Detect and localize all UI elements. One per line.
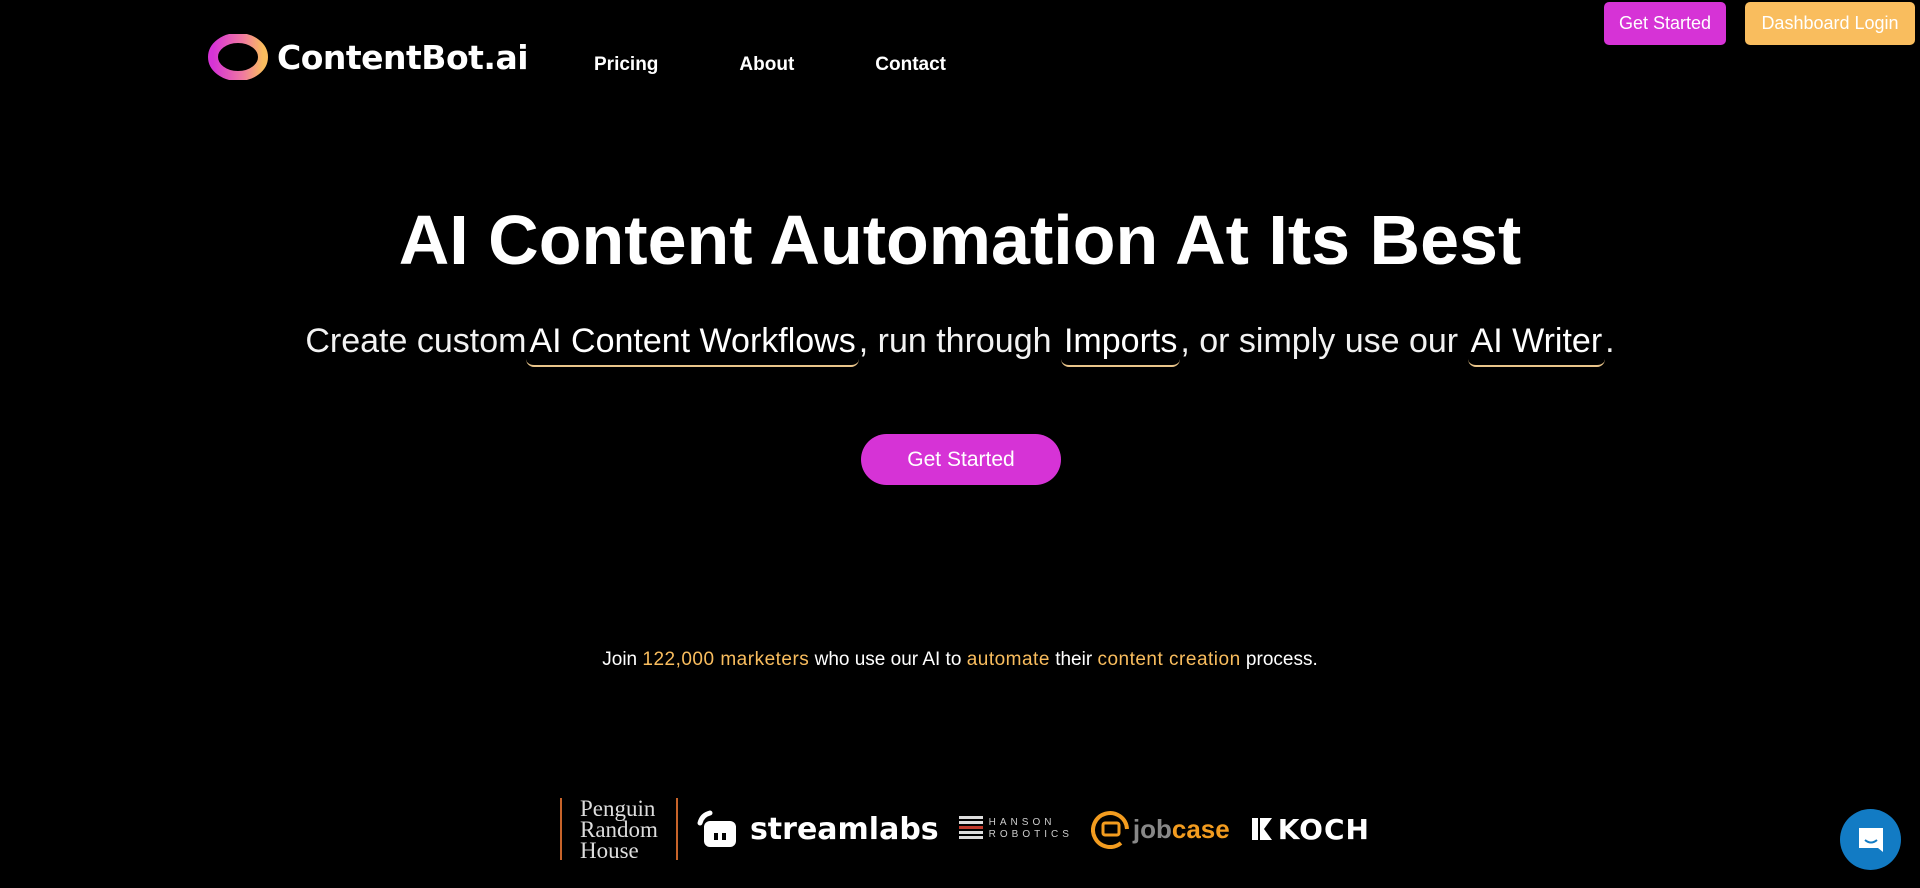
ai-content-workflows-link[interactable]: AI Content Workflows — [526, 322, 859, 367]
logo-text: KOCH — [1277, 812, 1370, 846]
imports-link[interactable]: Imports — [1060, 322, 1181, 367]
accent-content-creation: content creation — [1097, 649, 1241, 670]
hero-subtitle: Create customAI Content Workflows, run t… — [0, 322, 1920, 367]
logo-text: House — [580, 837, 639, 863]
subtitle-text: , run through — [858, 322, 1061, 360]
hero-get-started-button[interactable]: Get Started — [861, 434, 1061, 485]
jobcase-logo: job case — [1090, 809, 1230, 849]
social-text: Join — [602, 649, 643, 670]
brand-name: ContentBot.ai — [277, 37, 529, 77]
accent-automate: automate — [966, 649, 1050, 670]
logo-text: Penguin — [580, 795, 656, 821]
subtitle-text: . — [1605, 322, 1615, 360]
koch-logo: KOCH — [1251, 812, 1370, 846]
chat-widget-button[interactable] — [1840, 809, 1901, 870]
streamlabs-icon — [697, 810, 736, 847]
logo-text: case — [1171, 813, 1230, 844]
nav-about[interactable]: About — [739, 54, 794, 76]
hero-title: AI Content Automation At Its Best — [398, 201, 1522, 279]
header-get-started-button[interactable]: Get Started — [1604, 2, 1726, 45]
divider — [675, 798, 678, 860]
logo[interactable]: ContentBot.ai — [207, 34, 529, 80]
logo-text: ROBOTICS — [988, 829, 1073, 840]
chat-bubble-smile-icon — [1858, 827, 1883, 852]
client-logos: Penguin Random House streamlabs HANSON R… — [560, 796, 1370, 862]
social-proof: Join 122,000 marketers who use our AI to… — [0, 649, 1920, 671]
hanson-icon — [958, 816, 983, 839]
dashboard-login-button[interactable]: Dashboard Login — [1745, 2, 1915, 45]
subtitle-text: , or simply use our — [1180, 322, 1468, 360]
contentbot-logo-icon — [208, 34, 268, 80]
penguin-random-house-logo: Penguin Random House — [560, 795, 678, 863]
logo-text: job — [1132, 813, 1172, 844]
streamlabs-logo: streamlabs — [696, 809, 939, 849]
jobcase-icon — [1090, 811, 1129, 849]
logo-text: streamlabs — [749, 811, 939, 847]
marketers-count: 122,000 marketers — [642, 649, 810, 670]
logo-text: Random — [580, 816, 658, 842]
subtitle-text: Create custom — [305, 322, 527, 360]
logo-text: HANSON — [988, 817, 1056, 828]
social-text: who use our AI to — [809, 649, 967, 670]
social-text: their — [1049, 649, 1098, 670]
social-text: process. — [1240, 649, 1318, 670]
hanson-robotics-logo: HANSON ROBOTICS — [958, 816, 1073, 842]
nav-contact[interactable]: Contact — [875, 54, 946, 76]
koch-icon — [1251, 818, 1272, 840]
ai-writer-link[interactable]: AI Writer — [1467, 322, 1606, 367]
nav-pricing[interactable]: Pricing — [594, 54, 658, 76]
main-nav: Pricing About Contact — [594, 54, 1027, 76]
